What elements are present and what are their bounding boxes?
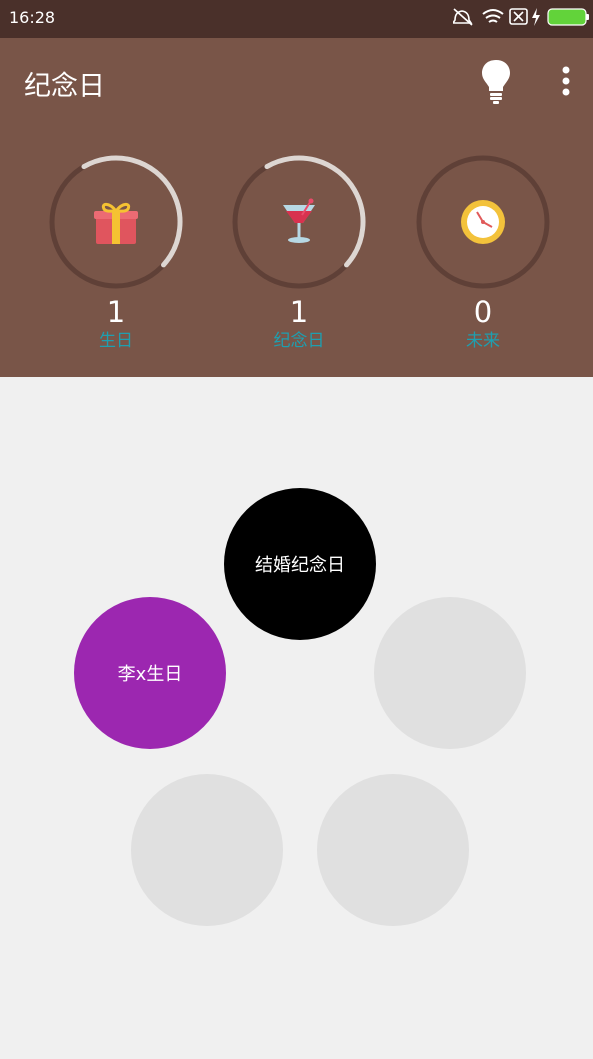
wifi-icon [482,9,504,23]
stat-anniversary[interactable]: 1 纪念日 [231,154,367,384]
stat-count: 1 [106,295,126,329]
more-vert-icon[interactable] [556,64,576,98]
stat-label: 纪念日 [273,331,325,351]
event-circle-empty[interactable] [374,597,526,749]
gift-icon [94,202,138,244]
event-label: 李x生日 [117,664,183,685]
clock-icon [461,200,505,244]
stat-future[interactable]: 0 未来 [415,154,551,384]
battery-icon [547,8,589,26]
charging-icon [532,8,540,26]
status-time: 16:28 [9,8,56,27]
stat-count: 0 [473,295,493,329]
cocktail-icon [283,198,315,243]
stat-count: 1 [289,295,309,329]
stat-birthday[interactable]: 1 生日 [48,154,184,384]
silent-icon [453,8,473,26]
event-label: 结婚纪念日 [255,555,345,576]
lightbulb-icon[interactable] [478,58,514,104]
stat-label: 生日 [99,331,133,351]
sim-off-icon [509,8,528,25]
status-bar: 16:28 [0,0,593,38]
status-icons [453,8,589,26]
stat-label: 未来 [466,331,500,351]
event-circle-empty[interactable] [317,774,469,926]
event-circle-birthday[interactable]: 李x生日 [74,597,226,749]
event-circle-empty[interactable] [131,774,283,926]
event-circle-wedding[interactable]: 结婚纪念日 [224,488,376,640]
page-title: 纪念日 [24,71,105,102]
header: 纪念日 1 生日 1 纪念日 0 未来 [0,38,593,377]
